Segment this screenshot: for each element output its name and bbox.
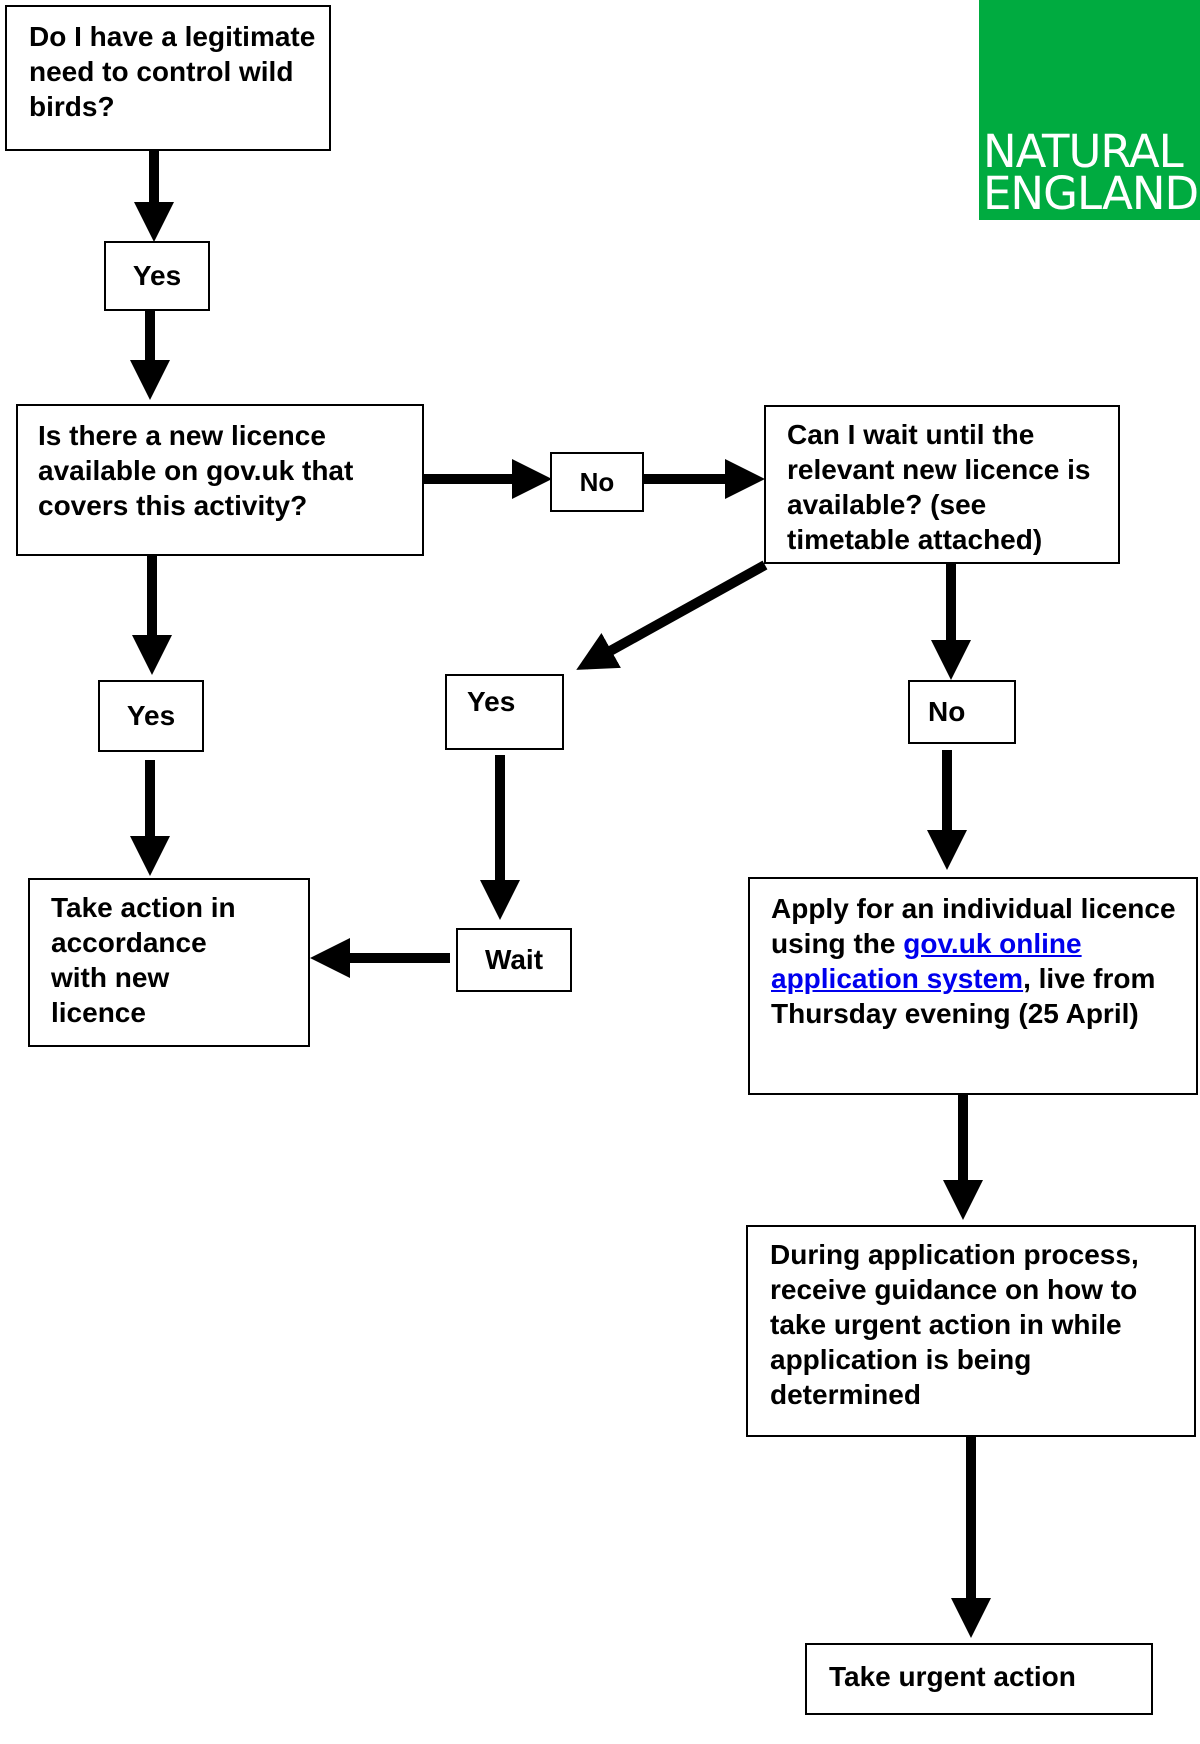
- answer-yes-2-text: Yes: [126, 700, 176, 731]
- question-new-licence: Is there a new licence available on gov.…: [16, 404, 424, 556]
- natural-england-logo: NATURAL ENGLAND: [979, 0, 1200, 220]
- during-application-guidance: During application process, receive guid…: [746, 1225, 1196, 1437]
- answer-yes-3-text: Yes: [467, 686, 516, 717]
- question-legitimate-need-text: Do I have a legitimate need to control w…: [29, 21, 316, 122]
- apply-individual-licence-text: Apply for an individual licence using th…: [771, 891, 1186, 1031]
- question-can-wait-text: Can I wait until the relevant new licenc…: [787, 419, 1091, 555]
- answer-no-2: No: [908, 680, 1016, 744]
- answer-no-1-text: No: [579, 466, 615, 497]
- question-legitimate-need: Do I have a legitimate need to control w…: [5, 5, 331, 151]
- question-can-wait: Can I wait until the relevant new licenc…: [764, 405, 1120, 564]
- take-action-new-licence-text: Take action in accordance with new licen…: [51, 892, 236, 1028]
- apply-individual-licence: Apply for an individual licence using th…: [748, 877, 1198, 1095]
- wait-box: Wait: [456, 928, 572, 992]
- arrow-q3-to-yes: [576, 560, 768, 670]
- logo-line-2: ENGLAND: [983, 167, 1199, 220]
- answer-yes-2: Yes: [98, 680, 204, 752]
- answer-yes-3: Yes: [445, 674, 564, 750]
- answer-yes-1-text: Yes: [132, 260, 182, 291]
- question-new-licence-text: Is there a new licence available on gov.…: [38, 420, 354, 521]
- during-application-guidance-text: During application process, receive guid…: [770, 1239, 1139, 1410]
- answer-no-1: No: [550, 452, 644, 512]
- answer-no-2-text: No: [928, 696, 966, 727]
- take-urgent-action-text: Take urgent action: [829, 1661, 1076, 1692]
- take-action-new-licence: Take action in accordance with new licen…: [28, 878, 310, 1047]
- take-urgent-action: Take urgent action: [805, 1643, 1153, 1715]
- wait-text: Wait: [484, 944, 544, 975]
- answer-yes-1: Yes: [104, 241, 210, 311]
